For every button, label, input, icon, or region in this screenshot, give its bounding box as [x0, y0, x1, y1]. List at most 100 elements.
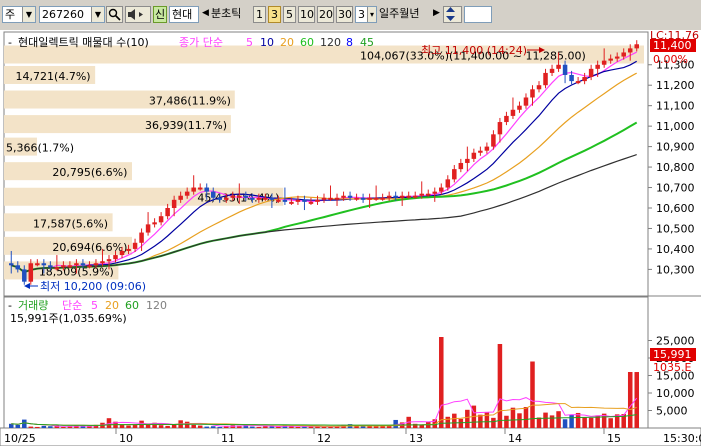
volume-ma-value: 1035.E: [653, 361, 691, 374]
chart-area: 104,067(33.0%)(11,400.00 ~ 11,285.00) 14,…: [0, 30, 701, 446]
candle-body: [562, 64, 568, 75]
candle-body: [210, 191, 216, 198]
volume-bar: [510, 407, 516, 428]
chevron-down-icon: ▼: [22, 7, 35, 22]
ma-legend-60: 60: [300, 36, 314, 49]
volume-bar: [497, 344, 503, 428]
period-1-button[interactable]: 1: [253, 6, 266, 23]
candle-body: [614, 56, 620, 59]
market-label: 주: [5, 8, 16, 21]
extra-input[interactable]: [464, 6, 492, 23]
candle-body: [549, 68, 555, 73]
new-badge: 신: [153, 6, 167, 23]
candle-body: [523, 97, 529, 106]
candle-body: [22, 269, 27, 282]
range-label[interactable]: 일주월년: [379, 6, 433, 23]
volume-chart-title: 거래량: [18, 299, 48, 312]
volume-tick-label: 10,000: [656, 387, 695, 400]
candle-body: [80, 263, 86, 266]
candle-body: [224, 197, 229, 200]
toolbar: 주 ▼ 267260 ▼ 신 현대 ◀ 분초틱 1 3 5 10 20 30 3 ▾ …: [0, 0, 701, 31]
price-tick-label: 10,300: [656, 263, 695, 276]
top-right-label: LC:11,76: [650, 30, 699, 42]
candle-body: [458, 162, 464, 170]
market-select[interactable]: 주 ▼: [2, 6, 36, 23]
period-10-button[interactable]: 10: [298, 6, 315, 23]
price-tick-label: 11,000: [656, 120, 695, 133]
volume-bar: [562, 419, 568, 428]
candle-body: [530, 89, 535, 98]
volume-bar: [452, 413, 457, 428]
candle-body: [282, 199, 288, 202]
price-tick-label: 10,900: [656, 141, 695, 154]
volume-bar: [536, 417, 542, 428]
volume-bar: [204, 426, 209, 428]
x-tick-label: 15:30:0: [663, 432, 701, 445]
volume-bar: [465, 409, 470, 428]
volume-bar: [517, 413, 522, 428]
speaker-icon: [128, 9, 143, 20]
candle-body: [126, 248, 131, 251]
candle-body: [504, 115, 509, 123]
candle-body: [575, 81, 581, 84]
volume-profile-label: 20,795(6.6%): [52, 166, 127, 179]
chevron-down-icon: ▼: [91, 7, 104, 22]
candle-body: [419, 193, 424, 196]
x-tick-label: 10/25: [4, 432, 36, 445]
stock-name-field[interactable]: 현대: [169, 6, 199, 23]
volume-bar: [256, 426, 262, 428]
ma-legend-5: 5: [246, 36, 253, 49]
volume-bar: [608, 418, 613, 428]
volume-bar: [217, 426, 223, 428]
candle-body: [184, 191, 190, 196]
period-3-button[interactable]: 3: [268, 6, 281, 23]
nav-prev-arrow[interactable]: ◀: [202, 6, 210, 23]
candle-body: [145, 224, 151, 233]
volume-profile-label: 17,587(5.6%): [33, 217, 108, 230]
candle-body: [119, 250, 125, 256]
low-annotation: 최저 10,200 (09:06): [24, 280, 146, 293]
nav-next-arrow[interactable]: ▶: [433, 6, 441, 23]
high-annotation: 최고 11,400 (14:24): [421, 44, 545, 57]
period-20-button[interactable]: 20: [317, 6, 334, 23]
candle-body: [536, 85, 542, 90]
period-type-label[interactable]: 분초틱: [211, 6, 253, 23]
candle-body: [556, 64, 561, 69]
price-tick-label: 10,800: [656, 161, 695, 174]
candle-body: [608, 58, 613, 61]
low-annotation-text: 최저 10,200 (09:06): [40, 280, 146, 293]
volume-bar: [35, 426, 40, 428]
candle-body: [328, 197, 333, 200]
stock-code-input[interactable]: 267260 ▼: [39, 6, 105, 23]
volume-bar: [504, 415, 509, 428]
candle-body: [139, 232, 144, 243]
candle-body: [191, 187, 196, 192]
candle-body: [158, 216, 164, 223]
volume-bar: [184, 421, 190, 428]
volume-bar: [582, 417, 587, 428]
search-button[interactable]: [106, 6, 123, 23]
period-5-button[interactable]: 5: [283, 6, 296, 23]
sort-toggle-button[interactable]: [443, 6, 462, 23]
candle-body: [354, 197, 359, 200]
candle-body: [543, 72, 548, 86]
price-tick-label: 10,700: [656, 182, 695, 195]
candle-body: [100, 261, 105, 264]
candle-body: [243, 195, 249, 198]
volume-bar: [549, 415, 555, 428]
candle-body: [269, 197, 275, 200]
candle-body: [321, 197, 327, 200]
candle-body: [367, 197, 372, 200]
volume-bar: [439, 337, 444, 428]
candle-body: [360, 197, 366, 200]
speaker-button[interactable]: [125, 6, 151, 23]
ma-legend-20: 20: [280, 36, 294, 49]
candle-body: [106, 259, 112, 262]
interval-select[interactable]: 3 ▾: [355, 6, 377, 23]
period-30-button[interactable]: 30: [336, 6, 353, 23]
ma-legend-10: 10: [260, 36, 274, 49]
candle-body: [412, 195, 418, 198]
candle-body: [517, 105, 522, 110]
vol-ma-legend-5: 5: [91, 299, 98, 312]
candle-body: [484, 146, 490, 151]
